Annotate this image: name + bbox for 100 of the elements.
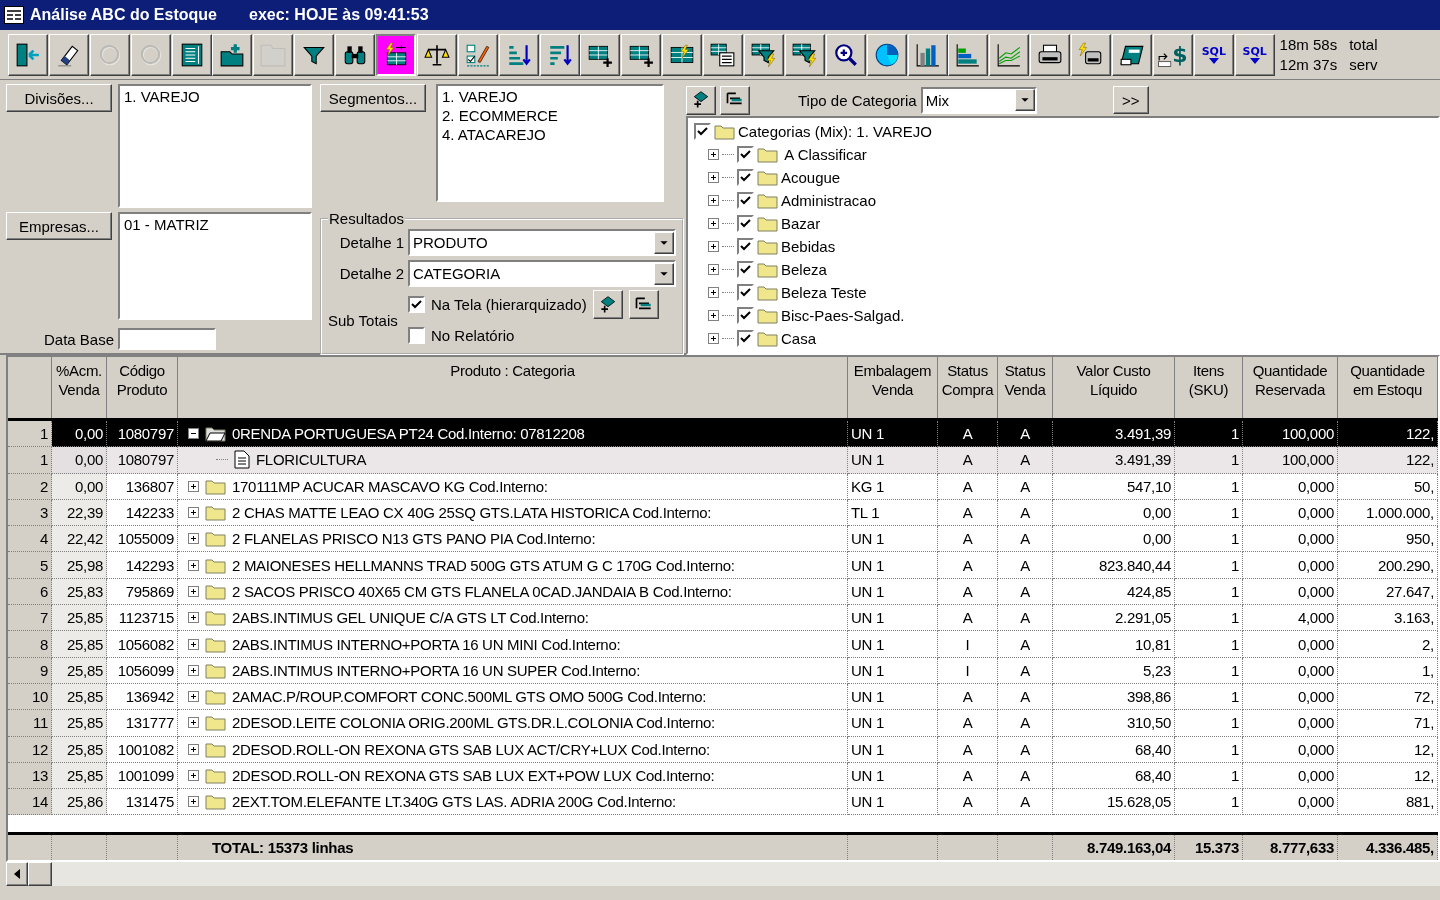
expand-icon[interactable] [188,612,199,624]
table-row[interactable]: 10 25,85 136942 2AMAC.P/ROUP.COMFORT CONC.500ML GTS OMO 500G Cod.Interno: UN 1 A A 398,86 1 0,000 72, [8,683,1438,711]
tree-label[interactable]: Administracao [781,192,877,209]
tree-label[interactable]: Casa [781,330,817,347]
tree-label[interactable]: Bazar [781,215,821,232]
list-item[interactable]: 4. ATACAREJO [442,125,658,144]
expand-icon[interactable] [188,743,199,755]
expand-icon[interactable] [188,691,199,703]
column-header[interactable]: Itens (SKU) [1175,357,1243,418]
column-header[interactable]: Quantidade Reservada [1243,357,1338,418]
table-row[interactable]: 1 0,00 1080797 0RENDA PORTUGUESA PT24 Cod.Interno: 07812208 UN 1 A A 3.491,39 1 100,000 122, [8,421,1438,448]
checkbox-label[interactable]: No Relatório [431,327,515,344]
checkbox[interactable] [737,261,754,278]
checkbox[interactable] [737,169,754,186]
tree-label[interactable]: Bisc-Paes-Salgad. [781,307,905,324]
tree-label[interactable]: Categorias (Mix): 1. VAREJO [738,123,932,140]
expand-icon[interactable] [188,717,199,729]
expand-icon[interactable] [708,241,719,252]
expand-icon[interactable] [188,638,199,650]
expand-icon[interactable] [188,559,199,571]
table-row[interactable]: 12 25,85 1001082 2DESOD.ROLL-ON REXONA GTS SAB LUX ACT/CRY+LUX Cod.Interno: UN 1 A A 68,40 1 0,000 12, [8,736,1438,763]
expand-icon[interactable] [708,310,719,321]
expand-icon[interactable] [708,149,719,160]
table-row[interactable]: 2 0,00 136807 170111MP ACUCAR MASCAVO KG Cod.Interno: KG 1 A A 547,10 1 0,000 50, [8,473,1438,500]
collapse-all-button[interactable] [720,85,750,115]
expand-icon[interactable] [708,172,719,183]
checkbox-label[interactable]: Na Tela (hierarquizado) [431,296,587,313]
column-header[interactable]: Status Venda [998,357,1053,418]
table-row[interactable]: 5 25,98 142293 2 MAIONESES HELLMANNS TRAD 500G GTS ATUM G C 170G Cod.Interno: UN 1 A A 823.840,44 1 0,000 200.290, [8,552,1438,579]
tree-label[interactable]: Beleza [781,261,827,278]
table-row[interactable]: 7 25,85 1123715 2ABS.INTIMUS GEL UNIQUE C/A GTS LT Cod.Interno: UN 1 A A 2.291,05 1 4,000 3.163, [8,605,1438,632]
checkbox[interactable] [408,296,425,313]
companies-list[interactable]: 01 - MATRIZ [118,212,312,320]
column-header[interactable]: Embalagem Venda [848,357,938,418]
toolbar-button[interactable]: SQL [1193,33,1234,76]
divisions-list[interactable]: 1. VAREJO [118,84,312,208]
toolbar-button[interactable]: SQL [1234,33,1275,76]
tree-label[interactable]: A Classificar [781,146,867,163]
checkbox[interactable] [737,284,754,301]
divisions-button[interactable]: Divisões... [6,84,112,112]
tree-item[interactable]: Casa [694,327,1432,350]
column-header[interactable]: Produto : Categoria [178,357,848,418]
expand-icon[interactable] [188,796,199,808]
table-row[interactable]: 1 0,00 1080797 FLORICULTURA UN 1 A A 3.491,39 1 100,000 122, [8,447,1438,474]
checkbox[interactable] [737,307,754,324]
column-header[interactable]: Valor Custo Líquido [1053,357,1175,418]
column-header[interactable]: Status Compra [938,357,998,418]
companies-button[interactable]: Empresas... [6,212,112,240]
checkbox[interactable] [737,215,754,232]
segments-list[interactable]: 1. VAREJO 2. ECOMMERCE 4. ATACAREJO [436,84,664,202]
tree-item[interactable]: Categorias (Mix): 1. VAREJO [694,120,1432,143]
table-row[interactable]: 8 25,85 1056082 2ABS.INTIMUS INTERNO+PORTA 16 UN MINI Cod.Interno: UN 1 I A 10,81 1 0,000 2, [8,631,1438,658]
table-row[interactable]: 9 25,85 1056099 2ABS.INTIMUS INTERNO+PORTA 16 UN SUPER Cod.Interno: UN 1 I A 5,23 1 0,000 1, [8,657,1438,684]
table-row[interactable]: 11 25,85 131777 2DESOD.LEITE COLONIA ORIG.200ML GTS.DR.L.COLONIA Cod.Interno: UN 1 A A 310,50 1 0,000 71, [8,710,1438,737]
table-row[interactable]: 14 25,86 131475 2EXT.TOM.ELEFANTE LT.340G GTS LAS. ADRIA 200G Cod.Interno: UN 1 A A 15.628,05 1 0,000 881, [8,789,1438,816]
tree-item[interactable]: Bazar [694,212,1432,235]
expand-icon[interactable] [188,664,199,676]
table-row[interactable]: 6 25,83 795869 2 SACOS PRISCO 40X65 CM GTS FLANELA 0CAD.JANDAIA B Cod.Interno: UN 1 A A 424,85 1 0,000 27.647, [8,578,1438,606]
table-row[interactable]: 4 22,42 1055009 2 FLANELAS PRISCO N13 GTS PANO PIA Cod.Interno: UN 1 A A 0,00 1 0,000 950, [8,526,1438,553]
list-item[interactable]: 01 - MATRIZ [124,215,306,234]
column-header[interactable]: Código Produto [107,357,178,418]
expand-icon[interactable] [708,264,719,275]
expand-icon[interactable] [188,480,199,492]
dropdown-field[interactable]: PRODUTO [408,229,676,256]
expand-icon[interactable] [708,287,719,298]
more-button[interactable]: >> [1112,86,1149,114]
list-item[interactable]: 1. VAREJO [442,87,658,106]
scroll-left-button[interactable] [6,862,28,886]
expand-icon[interactable] [708,195,719,206]
tree-label[interactable]: Bebidas [781,238,836,255]
tree-item[interactable]: Bisc-Paes-Salgad. [694,304,1432,327]
expand-icon[interactable] [708,333,719,344]
column-header[interactable]: Quantidade em Estoqu [1338,357,1438,418]
tree-item[interactable]: Beleza Teste [694,281,1432,304]
collapse-icon[interactable] [188,428,199,440]
list-item[interactable]: 1. VAREJO [124,87,306,106]
expand-icon[interactable] [188,533,199,545]
toolbar-button[interactable]: $ [1152,33,1193,76]
tree-item[interactable]: Bebidas [694,235,1432,258]
checkbox[interactable] [694,123,711,140]
collapse-all-button[interactable] [628,290,659,319]
checkbox[interactable] [737,146,754,163]
expand-all-button[interactable] [592,290,623,319]
tree-item[interactable]: Administracao [694,189,1432,212]
checkbox[interactable] [737,192,754,209]
segments-button[interactable]: Segmentos... [320,84,426,112]
tree-label[interactable]: Beleza Teste [781,284,867,301]
table-row[interactable]: 3 22,39 142233 2 CHAS MATTE LEAO CX 40G 25SQ GTS.LATA HISTORICA Cod.Interno: TL 1 A A 0,00 1 0,000 1.000.000, [8,499,1438,527]
tree-label[interactable]: Acougue [781,169,841,186]
expand-all-button[interactable] [686,85,716,115]
toolbar-button[interactable] [376,33,416,76]
expand-icon[interactable] [188,770,199,781]
tree-item[interactable]: Beleza [694,258,1432,281]
tree-item[interactable]: A Classificar [694,143,1432,166]
column-header[interactable]: %Acm. Venda [52,357,107,418]
expand-icon[interactable] [708,218,719,229]
expand-icon[interactable] [188,585,199,597]
scrollbar-thumb[interactable] [28,862,52,886]
checkbox[interactable] [737,238,754,255]
tree-item[interactable]: Acougue [694,166,1432,189]
